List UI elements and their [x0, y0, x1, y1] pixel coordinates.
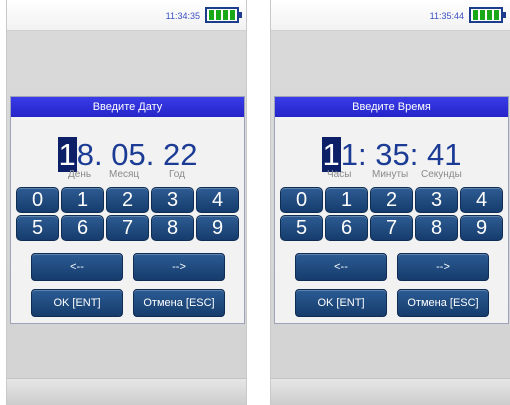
ok-button[interactable]: OK [ENT] [295, 289, 387, 317]
key-5[interactable]: 5 [280, 215, 323, 241]
key-1[interactable]: 1 [61, 187, 104, 213]
numeric-keypad: 0 1 2 3 4 5 6 7 8 9 [280, 187, 505, 243]
key-4[interactable]: 4 [460, 187, 503, 213]
label-seconds: Секунды [421, 169, 462, 180]
key-7[interactable]: 7 [106, 215, 149, 241]
battery-icon [469, 7, 506, 23]
time-entry-screen: 11:35:44 Введите Время 11: 35: 41 Часы М… [270, 0, 510, 405]
back-button[interactable]: <-- [31, 253, 123, 281]
dialog-title: Введите Время [275, 97, 508, 117]
numeric-keypad: 0 1 2 3 4 5 6 7 8 9 [16, 187, 241, 243]
date-dialog: Введите Дату 18. 05. 22 День Месяц Год 0… [10, 96, 245, 324]
dialog-title: Введите Дату [11, 97, 244, 117]
input-cursor: 1 [321, 137, 341, 172]
label-day: День [68, 169, 92, 180]
key-8[interactable]: 8 [415, 215, 458, 241]
battery-icon [205, 7, 242, 23]
key-8[interactable]: 8 [151, 215, 194, 241]
key-2[interactable]: 2 [106, 187, 149, 213]
bottom-bar [271, 378, 510, 405]
field-labels: День Месяц Год [11, 169, 244, 181]
key-3[interactable]: 3 [415, 187, 458, 213]
key-2[interactable]: 2 [370, 187, 413, 213]
field-labels: Часы Минуты Секунды [275, 169, 508, 181]
key-0[interactable]: 0 [280, 187, 323, 213]
key-9[interactable]: 9 [196, 215, 239, 241]
key-9[interactable]: 9 [460, 215, 503, 241]
cancel-button[interactable]: Отмена [ESC] [397, 289, 489, 317]
label-hours: Часы [327, 169, 352, 180]
key-6[interactable]: 6 [325, 215, 368, 241]
label-year: Год [169, 169, 185, 180]
cancel-button[interactable]: Отмена [ESC] [133, 289, 225, 317]
key-0[interactable]: 0 [16, 187, 59, 213]
date-entry-screen: 11:34:35 Введите Дату 18. 05. 22 День Ме… [6, 0, 247, 405]
time-display: 11: 35: 41 [275, 137, 508, 173]
time-value: 1: 35: 41 [340, 137, 462, 172]
key-6[interactable]: 6 [61, 215, 104, 241]
status-clock: 11:35:44 [429, 11, 464, 21]
key-3[interactable]: 3 [151, 187, 194, 213]
time-dialog: Введите Время 11: 35: 41 Часы Минуты Сек… [274, 96, 509, 324]
status-clock: 11:34:35 [165, 11, 200, 21]
forward-button[interactable]: --> [133, 253, 225, 281]
label-month: Месяц [109, 169, 140, 180]
date-value: 8. 05. 22 [76, 137, 198, 172]
label-minutes: Минуты [372, 169, 409, 180]
bottom-bar [7, 378, 246, 405]
input-cursor: 1 [57, 137, 77, 172]
key-5[interactable]: 5 [16, 215, 59, 241]
key-1[interactable]: 1 [325, 187, 368, 213]
ok-button[interactable]: OK [ENT] [31, 289, 123, 317]
status-bar: 11:34:35 [7, 0, 246, 31]
key-4[interactable]: 4 [196, 187, 239, 213]
forward-button[interactable]: --> [397, 253, 489, 281]
back-button[interactable]: <-- [295, 253, 387, 281]
date-display: 18. 05. 22 [11, 137, 244, 173]
status-bar: 11:35:44 [271, 0, 510, 31]
key-7[interactable]: 7 [370, 215, 413, 241]
